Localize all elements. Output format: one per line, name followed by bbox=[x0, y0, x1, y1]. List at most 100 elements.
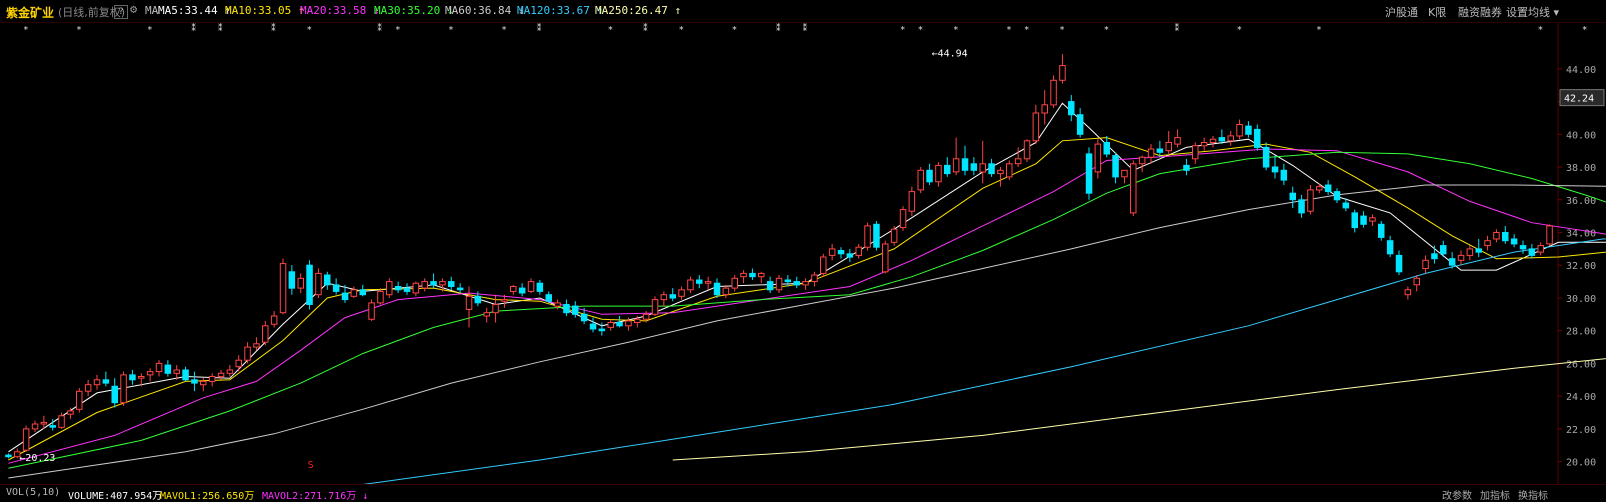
event-marker-icon[interactable]: ∗ bbox=[147, 24, 152, 34]
candle-down[interactable] bbox=[288, 271, 296, 289]
candle-down[interactable] bbox=[1324, 184, 1332, 192]
candle-up[interactable] bbox=[811, 274, 818, 282]
event-marker-icon[interactable]: ⁑ bbox=[537, 23, 542, 34]
candle-down[interactable] bbox=[518, 287, 526, 294]
candle-down[interactable] bbox=[926, 169, 933, 183]
candle-down[interactable] bbox=[1519, 245, 1527, 250]
candle-up[interactable] bbox=[270, 315, 278, 325]
candle-up[interactable] bbox=[226, 369, 234, 374]
candle-up[interactable] bbox=[1138, 156, 1146, 165]
candle-down[interactable] bbox=[589, 323, 597, 330]
candle-down[interactable] bbox=[1360, 215, 1367, 225]
event-marker-icon[interactable]: ∗ bbox=[1316, 24, 1321, 34]
event-marker-icon[interactable]: ∗ bbox=[395, 24, 400, 34]
candle-down[interactable] bbox=[749, 272, 756, 278]
candle-up[interactable] bbox=[1192, 145, 1199, 160]
candle-up[interactable] bbox=[1404, 289, 1412, 296]
candle-up[interactable] bbox=[146, 371, 154, 376]
candle-up[interactable] bbox=[1457, 254, 1465, 261]
candle-up[interactable] bbox=[138, 376, 145, 379]
candle-down[interactable] bbox=[1475, 248, 1482, 253]
candle-down[interactable] bbox=[1395, 254, 1403, 273]
candle-down[interactable] bbox=[1218, 137, 1226, 142]
candle-down[interactable] bbox=[873, 223, 880, 248]
candle-down[interactable] bbox=[536, 282, 544, 292]
candle-down[interactable] bbox=[1351, 212, 1358, 229]
candle-down[interactable] bbox=[1333, 191, 1341, 201]
candle-down[interactable] bbox=[1510, 238, 1518, 245]
candle-up[interactable] bbox=[1316, 186, 1323, 191]
candle-down[interactable] bbox=[1378, 223, 1385, 238]
candle-down[interactable] bbox=[324, 274, 331, 286]
candle-down[interactable] bbox=[572, 305, 579, 315]
candle-up[interactable] bbox=[634, 318, 641, 324]
candle-up[interactable] bbox=[58, 415, 65, 428]
candle-down[interactable] bbox=[1528, 248, 1536, 256]
help-button[interactable]: ? bbox=[114, 5, 128, 19]
event-marker-icon[interactable]: ∗ bbox=[732, 24, 737, 34]
candle-up[interactable] bbox=[660, 294, 668, 301]
candle-up[interactable] bbox=[607, 322, 614, 328]
candle-up[interactable] bbox=[235, 359, 242, 368]
candle-down[interactable] bbox=[164, 364, 172, 374]
candle-up[interactable] bbox=[1200, 142, 1208, 147]
candle-up[interactable] bbox=[120, 374, 127, 404]
candle-down[interactable] bbox=[696, 279, 703, 284]
event-marker-icon[interactable]: ∗ bbox=[1006, 24, 1011, 34]
candle-up[interactable] bbox=[386, 281, 393, 296]
candle-up[interactable] bbox=[483, 312, 490, 317]
candle-up[interactable] bbox=[1041, 104, 1048, 114]
event-marker-icon[interactable]: ∗ bbox=[501, 24, 506, 34]
candle-down[interactable] bbox=[846, 253, 854, 258]
candle-up[interactable] bbox=[1422, 259, 1429, 270]
event-marker-icon[interactable]: ∗ bbox=[448, 24, 453, 34]
event-marker-icon[interactable]: ⁑ bbox=[377, 23, 382, 34]
candle-up[interactable] bbox=[554, 302, 561, 307]
candle-up[interactable] bbox=[864, 225, 871, 248]
candle-up[interactable] bbox=[979, 163, 986, 173]
candle-up[interactable] bbox=[1413, 277, 1420, 286]
event-marker-icon[interactable]: ⁑ bbox=[803, 23, 808, 34]
event-marker-icon[interactable]: ∗ bbox=[1059, 24, 1064, 34]
candle-down[interactable] bbox=[784, 279, 792, 283]
candle-up[interactable] bbox=[1209, 138, 1217, 143]
candle-up[interactable] bbox=[76, 390, 83, 410]
candle-up[interactable] bbox=[1032, 112, 1040, 142]
candle-up[interactable] bbox=[1369, 217, 1376, 222]
candle-down[interactable] bbox=[1112, 155, 1119, 178]
candle-up[interactable] bbox=[262, 325, 269, 343]
candle-up[interactable] bbox=[1121, 169, 1128, 178]
candle-up[interactable] bbox=[678, 289, 685, 297]
candle-up[interactable] bbox=[820, 256, 827, 274]
candle-down[interactable] bbox=[1103, 142, 1110, 155]
candle-up[interactable] bbox=[527, 281, 535, 292]
candle-down[interactable] bbox=[669, 294, 676, 299]
event-marker-icon[interactable]: ⁑ bbox=[271, 23, 276, 34]
candle-down[interactable] bbox=[545, 294, 552, 302]
menu-item-4[interactable]: 设置均线 ▾ bbox=[1506, 4, 1559, 20]
candle-down[interactable] bbox=[988, 163, 995, 175]
candle-down[interactable] bbox=[961, 158, 969, 171]
candle-up[interactable] bbox=[492, 304, 499, 314]
event-marker-icon[interactable]: ∗ bbox=[1024, 24, 1029, 34]
candle-up[interactable] bbox=[890, 228, 898, 243]
candle-up[interactable] bbox=[501, 299, 508, 302]
candle-down[interactable] bbox=[837, 250, 845, 255]
candle-up[interactable] bbox=[297, 277, 304, 289]
candle-down[interactable] bbox=[1448, 258, 1456, 266]
candle-up[interactable] bbox=[1147, 148, 1155, 158]
event-marker-icon[interactable]: ∗ bbox=[608, 24, 613, 34]
vol-label[interactable]: VOL(5,10) bbox=[6, 487, 60, 498]
candle-down[interactable] bbox=[1156, 148, 1164, 153]
candle-up[interactable] bbox=[855, 246, 862, 256]
candle-up[interactable] bbox=[200, 380, 207, 386]
candle-down[interactable] bbox=[1254, 128, 1261, 148]
candle-up[interactable] bbox=[217, 372, 225, 378]
candle-down[interactable] bbox=[1386, 240, 1394, 255]
candle-down[interactable] bbox=[598, 328, 606, 332]
event-marker-icon[interactable]: ∗ bbox=[1237, 24, 1242, 34]
event-marker-icon[interactable]: ⁑ bbox=[218, 23, 223, 34]
candle-down[interactable] bbox=[1298, 199, 1305, 214]
event-marker-icon[interactable]: ∗ bbox=[1538, 24, 1543, 34]
candle-up[interactable] bbox=[315, 272, 322, 296]
